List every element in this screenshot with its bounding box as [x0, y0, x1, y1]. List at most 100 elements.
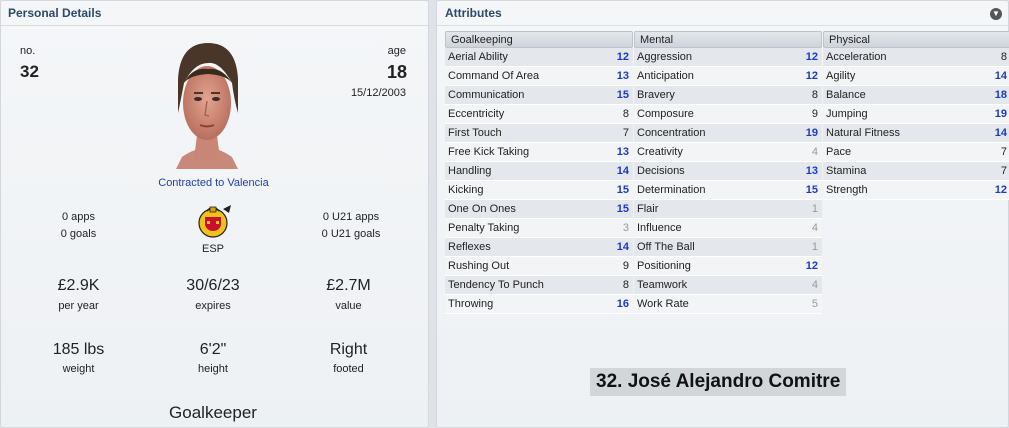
attribute-value: 15 — [616, 89, 629, 101]
attribute-row[interactable]: Influence 4 — [634, 219, 822, 238]
attribute-name: Handling — [448, 165, 492, 177]
attribute-row[interactable]: Penalty Taking 3 — [445, 219, 633, 238]
attribute-row[interactable]: Handling 14 — [445, 162, 633, 181]
attribute-value: 8 — [1000, 51, 1007, 63]
contract-expiry-value: 30/6/23 — [186, 277, 240, 294]
attribute-name: Aerial Ability — [448, 51, 508, 63]
attribute-row[interactable]: Jumping 19 — [823, 105, 1009, 124]
attributes-panel: Attributes ▼ Goalkeeping Aerial Ability 1… — [436, 0, 1009, 428]
attribute-value: 15 — [616, 203, 629, 215]
attribute-row[interactable]: Stamina 7 — [823, 162, 1009, 181]
attribute-value: 5 — [811, 298, 818, 310]
attribute-row[interactable]: Communication 15 — [445, 86, 633, 105]
attribute-row[interactable]: Eccentricity 8 — [445, 105, 633, 124]
attribute-row[interactable]: Agility 14 — [823, 67, 1009, 86]
attribute-row[interactable]: Flair 1 — [634, 200, 822, 219]
attribute-value: 7 — [622, 127, 629, 139]
attribute-row[interactable]: Pace 7 — [823, 143, 1009, 162]
nation-code: ESP — [201, 243, 224, 255]
attribute-row[interactable]: Anticipation 12 — [634, 67, 822, 86]
age-value: 18 — [386, 62, 407, 82]
attribute-value: 14 — [616, 241, 629, 253]
weight-value: 185 lbs — [52, 341, 105, 358]
attribute-row[interactable]: Bravery 8 — [634, 86, 822, 105]
apps-count: 0 apps — [61, 211, 96, 223]
personal-details-title: Personal Details — [8, 6, 102, 20]
attribute-name: Bravery — [637, 89, 675, 101]
attribute-value: 13 — [616, 146, 629, 158]
physical-header[interactable]: Physical — [823, 31, 1009, 48]
attribute-row[interactable]: Kicking 15 — [445, 181, 633, 200]
attribute-row[interactable]: Throwing 16 — [445, 295, 633, 314]
attribute-row[interactable]: Aerial Ability 12 — [445, 48, 633, 67]
attribute-name: Natural Fitness — [826, 127, 900, 139]
attribute-value: 1 — [811, 203, 818, 215]
attribute-value: 7 — [1000, 146, 1007, 158]
spain-federation-crest-icon[interactable] — [193, 201, 233, 241]
attribute-name: Concentration — [637, 127, 706, 139]
attribute-row[interactable]: Command Of Area 13 — [445, 67, 633, 86]
attribute-value: 12 — [805, 70, 818, 82]
attribute-name: Aggression — [637, 51, 693, 63]
wage-label: per year — [58, 300, 99, 312]
attribute-row[interactable]: Work Rate 5 — [634, 295, 822, 314]
attribute-name: One On Ones — [448, 203, 516, 215]
attribute-value: 4 — [811, 222, 818, 234]
attribute-name: Anticipation — [637, 70, 694, 82]
attribute-value: 15 — [805, 184, 818, 196]
attribute-value: 3 — [622, 222, 629, 234]
height-value: 6'2" — [199, 341, 227, 358]
mental-header[interactable]: Mental — [634, 31, 822, 48]
player-name-banner: 32. José Alejandro Comitre — [590, 368, 847, 396]
attribute-name: Off The Ball — [637, 241, 695, 253]
attribute-name: Pace — [826, 146, 852, 158]
attribute-row[interactable]: Free Kick Taking 13 — [445, 143, 633, 162]
attribute-value: 14 — [994, 127, 1007, 139]
attribute-row[interactable]: Aggression 12 — [634, 48, 822, 67]
attribute-row[interactable]: Composure 9 — [634, 105, 822, 124]
attribute-row[interactable]: One On Ones 15 — [445, 200, 633, 219]
attribute-value: 9 — [622, 260, 629, 272]
attribute-name: Positioning — [637, 260, 691, 272]
attribute-row[interactable]: Determination 15 — [634, 181, 822, 200]
attribute-value: 13 — [616, 70, 629, 82]
contract-club-link[interactable]: Contracted to Valencia — [131, 177, 296, 189]
panel-menu-chevron-down-icon[interactable]: ▼ — [990, 8, 1002, 20]
squad-number: 32 — [20, 62, 39, 81]
height-label: height — [198, 363, 228, 375]
attribute-value: 7 — [1000, 165, 1007, 177]
attribute-name: Communication — [448, 89, 525, 101]
attribute-name: Stamina — [826, 165, 867, 177]
attribute-name: Determination — [637, 184, 706, 196]
attribute-row[interactable]: Teamwork 4 — [634, 276, 822, 295]
attribute-value: 14 — [994, 70, 1007, 82]
attribute-row[interactable]: Tendency To Punch 8 — [445, 276, 633, 295]
attribute-name: Flair — [637, 203, 659, 215]
preferred-foot-label: footed — [333, 363, 364, 375]
attribute-row[interactable]: Acceleration 8 — [823, 48, 1009, 67]
attribute-value: 8 — [622, 279, 629, 291]
transfer-value: £2.7M — [326, 277, 371, 294]
attribute-row[interactable]: Off The Ball 1 — [634, 238, 822, 257]
attribute-name: Influence — [637, 222, 682, 234]
attribute-row[interactable]: First Touch 7 — [445, 124, 633, 143]
attribute-row[interactable]: Natural Fitness 14 — [823, 124, 1009, 143]
attribute-row[interactable]: Positioning 12 — [634, 257, 822, 276]
attribute-row[interactable]: Decisions 13 — [634, 162, 822, 181]
u21-apps-count: 0 U21 apps — [322, 211, 380, 223]
transfer-value-label: value — [335, 300, 362, 312]
attributes-title: Attributes — [445, 6, 502, 20]
attribute-value: 4 — [811, 279, 818, 291]
attribute-row[interactable]: Strength 12 — [823, 181, 1009, 200]
attribute-value: 12 — [805, 260, 818, 272]
attribute-row[interactable]: Concentration 19 — [634, 124, 822, 143]
weight-label: weight — [62, 363, 95, 375]
attribute-name: Free Kick Taking — [448, 146, 530, 158]
attribute-row[interactable]: Creativity 4 — [634, 143, 822, 162]
attribute-row[interactable]: Balance 18 — [823, 86, 1009, 105]
attribute-row[interactable]: Reflexes 14 — [445, 238, 633, 257]
attribute-name: Strength — [826, 184, 868, 196]
goalkeeping-header[interactable]: Goalkeeping — [445, 31, 633, 48]
attribute-row[interactable]: Rushing Out 9 — [445, 257, 633, 276]
preferred-foot-value: Right — [329, 341, 368, 358]
